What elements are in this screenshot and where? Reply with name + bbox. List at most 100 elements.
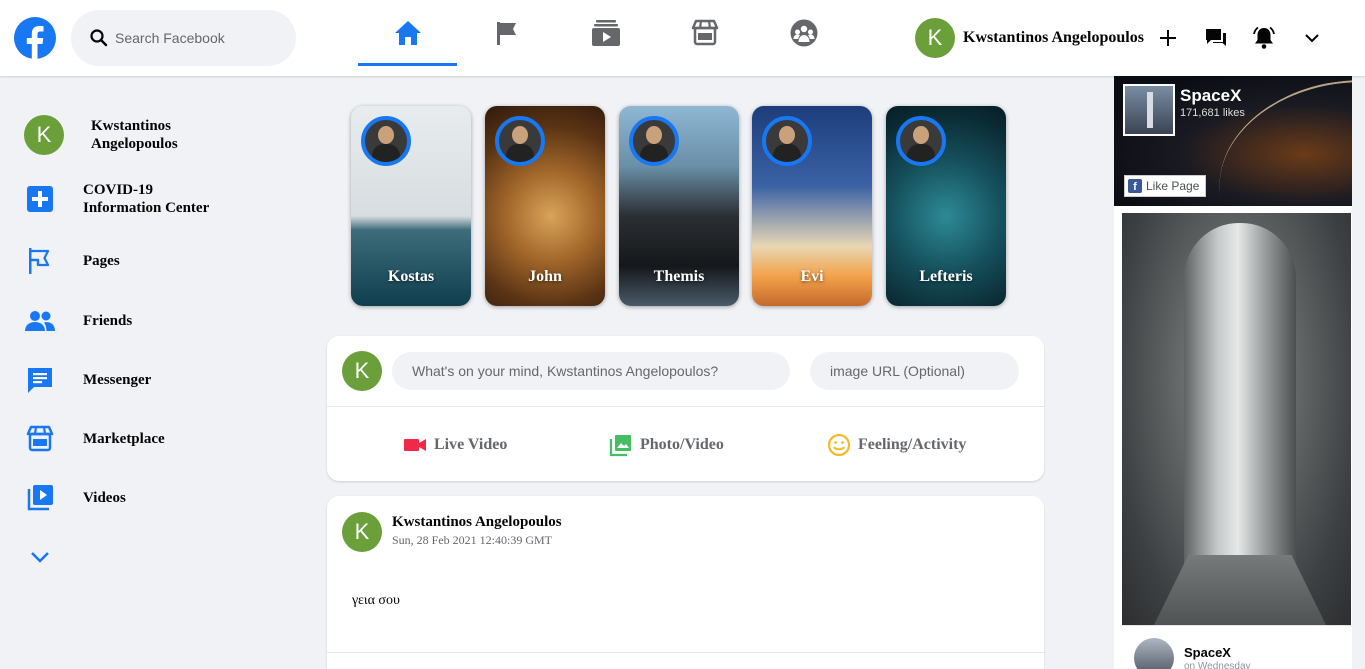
top-navbar: K Kwstantinos Angelopoulos bbox=[0, 0, 1365, 76]
photo-icon bbox=[608, 432, 634, 458]
search-icon bbox=[90, 29, 108, 47]
sidebar-item-friends[interactable]: Friends bbox=[24, 305, 132, 337]
avatar: K bbox=[342, 512, 382, 552]
nav-tab-watch[interactable] bbox=[556, 0, 655, 66]
account-menu-button[interactable] bbox=[1300, 26, 1324, 50]
sidebar-item-marketplace[interactable]: Marketplace bbox=[24, 423, 165, 455]
post-timestamp: Sun, 28 Feb 2021 12:40:39 GMT bbox=[392, 533, 553, 547]
messenger-icon bbox=[24, 364, 56, 396]
avatar: K bbox=[24, 115, 64, 155]
story-name: Evi bbox=[800, 268, 824, 285]
marketplace-icon bbox=[24, 423, 56, 455]
live-video-button[interactable]: Live Video bbox=[402, 432, 507, 458]
page-name[interactable]: SpaceX bbox=[1180, 86, 1241, 106]
smile-icon bbox=[826, 432, 852, 458]
facebook-f-icon bbox=[26, 26, 44, 59]
story-card[interactable]: Kostas bbox=[351, 106, 471, 306]
story-avatar bbox=[629, 116, 679, 166]
sidebar-item-label: Friends bbox=[83, 313, 133, 329]
live-video-icon bbox=[402, 432, 428, 458]
page-post-time: on Wednesday bbox=[1184, 661, 1251, 669]
flag-icon bbox=[496, 22, 516, 45]
page-likes-count: 171,681 likes bbox=[1180, 107, 1245, 119]
header-profile-link[interactable]: K Kwstantinos Angelopoulos bbox=[915, 18, 1144, 58]
story-name: Kostas bbox=[387, 268, 435, 285]
page-profile-image[interactable] bbox=[1123, 84, 1175, 136]
home-icon bbox=[394, 21, 421, 45]
post-image[interactable] bbox=[1122, 213, 1351, 625]
story-name: John bbox=[528, 268, 562, 285]
header-user-name: Kwstantinos Angelopoulos bbox=[963, 29, 1144, 46]
facebook-f-icon: f bbox=[1128, 179, 1142, 193]
search-input[interactable] bbox=[115, 30, 285, 46]
story-avatar bbox=[896, 116, 946, 166]
nav-tab-groups[interactable] bbox=[754, 0, 853, 66]
chevron-down-icon bbox=[31, 552, 49, 563]
divider bbox=[327, 406, 1044, 407]
sidebar-item-label: Messenger bbox=[83, 372, 152, 388]
sidebar-profile[interactable]: K Kwstantinos Angelopoulos bbox=[24, 115, 211, 155]
action-label: Feeling/Activity bbox=[858, 436, 967, 453]
rocket-illustration bbox=[1184, 223, 1296, 625]
post-text: γεια σου bbox=[352, 593, 400, 608]
story-name: Themis bbox=[653, 268, 705, 285]
sidebar-item-covid[interactable]: COVID-19 Information Center bbox=[24, 181, 233, 217]
image-url-input[interactable] bbox=[810, 352, 1019, 390]
sidebar-item-label: Pages bbox=[83, 253, 120, 269]
story-card[interactable]: Lefteris bbox=[886, 106, 1006, 306]
divider bbox=[327, 652, 1044, 653]
nav-tab-home[interactable] bbox=[358, 0, 457, 66]
post-author[interactable]: Kwstantinos Angelopoulos bbox=[392, 514, 562, 531]
groups-icon bbox=[790, 19, 817, 47]
page-post-header: SpaceX on Wednesday bbox=[1122, 625, 1351, 669]
sidebar-item-label: COVID-19 Information Center bbox=[83, 182, 210, 216]
action-label: Photo/Video bbox=[640, 436, 724, 453]
create-button[interactable] bbox=[1156, 26, 1180, 50]
sponsored-page-widget: SpaceX 171,681 likes f Like Page SpaceX … bbox=[1114, 76, 1352, 669]
video-icon bbox=[24, 482, 56, 514]
story-avatar bbox=[762, 116, 812, 166]
avatar: K bbox=[342, 351, 382, 391]
chevron-down-icon bbox=[1305, 34, 1319, 43]
marketplace-icon bbox=[691, 19, 718, 46]
page-avatar[interactable] bbox=[1134, 638, 1174, 669]
story-avatar bbox=[361, 116, 411, 166]
page-post-author[interactable]: SpaceX bbox=[1184, 645, 1231, 660]
like-page-button[interactable]: f Like Page bbox=[1124, 175, 1207, 197]
search-bar[interactable] bbox=[71, 10, 296, 66]
bell-icon bbox=[1253, 26, 1275, 49]
notifications-button[interactable] bbox=[1252, 26, 1276, 50]
sidebar-item-messenger[interactable]: Messenger bbox=[24, 364, 151, 396]
scrollbar-track[interactable] bbox=[1352, 76, 1365, 669]
story-name: Lefteris bbox=[919, 268, 973, 285]
nav-tab-pages[interactable] bbox=[457, 0, 556, 66]
sidebar-item-label: Marketplace bbox=[83, 431, 165, 447]
sidebar-item-label: Videos bbox=[83, 490, 126, 506]
friends-icon bbox=[24, 305, 56, 337]
sidebar-profile-name: Kwstantinos Angelopoulos bbox=[91, 118, 178, 152]
messenger-button[interactable] bbox=[1204, 26, 1228, 50]
like-page-label: Like Page bbox=[1146, 179, 1200, 193]
action-label: Live Video bbox=[434, 436, 508, 453]
story-card[interactable]: Themis bbox=[619, 106, 739, 306]
plus-icon bbox=[1160, 30, 1176, 46]
story-avatar bbox=[495, 116, 545, 166]
sidebar-see-more[interactable] bbox=[28, 544, 52, 568]
nav-tab-marketplace[interactable] bbox=[655, 0, 754, 66]
post-composer: K Live Video Photo/Video bbox=[327, 336, 1044, 481]
page-cover-image[interactable]: SpaceX 171,681 likes f Like Page bbox=[1114, 76, 1352, 206]
sidebar-item-pages[interactable]: Pages bbox=[24, 245, 120, 277]
feed-post: K Kwstantinos Angelopoulos Sun, 28 Feb 2… bbox=[327, 496, 1044, 669]
facebook-logo[interactable] bbox=[14, 17, 56, 59]
covid-plus-icon bbox=[24, 183, 56, 215]
status-input[interactable] bbox=[392, 352, 790, 390]
watch-icon bbox=[591, 20, 620, 46]
story-card[interactable]: Evi bbox=[752, 106, 872, 306]
messenger-icon bbox=[1206, 29, 1226, 46]
photo-video-button[interactable]: Photo/Video bbox=[608, 432, 724, 458]
flag-icon bbox=[24, 245, 56, 277]
story-card[interactable]: John bbox=[485, 106, 605, 306]
avatar: K bbox=[915, 18, 955, 58]
sidebar-item-videos[interactable]: Videos bbox=[24, 482, 126, 514]
feeling-activity-button[interactable]: Feeling/Activity bbox=[826, 432, 966, 458]
